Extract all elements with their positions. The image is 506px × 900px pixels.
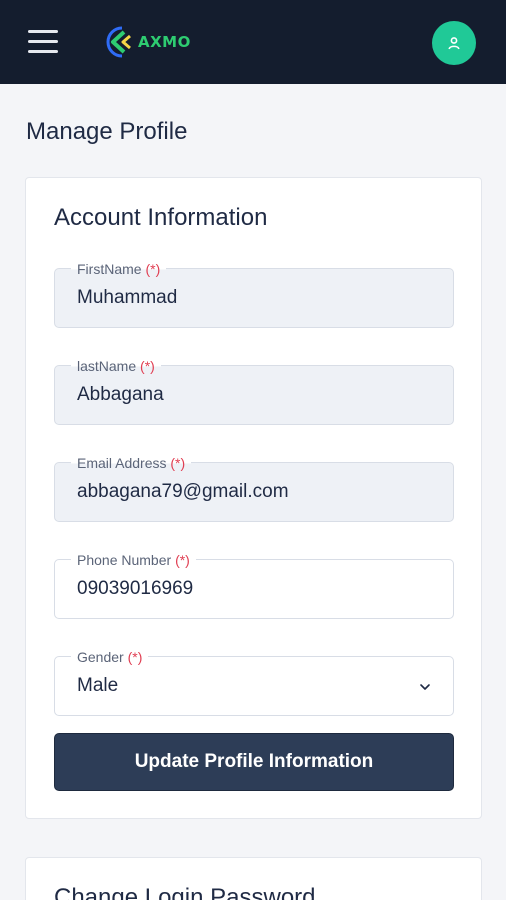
first-name-field[interactable]: FirstName (*) Muhammad — [54, 260, 454, 328]
last-name-value: Abbagana — [77, 384, 164, 405]
top-app-bar: AXMO — [0, 0, 506, 84]
gender-label: Gender (*) — [71, 648, 149, 666]
phone-number-value: 09039016969 — [77, 578, 194, 599]
email-label: Email Address (*) — [71, 454, 192, 472]
gender-value: Male — [77, 675, 119, 696]
first-name-label: FirstName (*) — [71, 260, 167, 278]
email-value: abbagana79@gmail.com — [77, 481, 289, 502]
change-password-card: Change Login Password — [25, 857, 482, 900]
chevron-down-icon — [420, 684, 430, 690]
user-avatar-button[interactable] — [432, 21, 476, 65]
gender-select[interactable]: Gender (*) Male — [54, 648, 454, 716]
account-information-card: Account Information FirstName (*) Muhamm… — [25, 177, 482, 819]
phone-number-label: Phone Number (*) — [71, 551, 196, 569]
user-icon — [448, 37, 460, 50]
last-name-label: lastName (*) — [71, 357, 161, 375]
update-profile-button[interactable]: Update Profile Information — [54, 733, 454, 791]
last-name-field[interactable]: lastName (*) Abbagana — [54, 357, 454, 425]
account-information-title: Account Information — [54, 204, 268, 231]
email-field[interactable]: Email Address (*) abbagana79@gmail.com — [54, 454, 454, 522]
first-name-value: Muhammad — [77, 287, 178, 308]
phone-number-field[interactable]: Phone Number (*) 09039016969 — [54, 551, 454, 619]
change-password-title: Change Login Password — [54, 884, 316, 900]
brand-logo[interactable]: AXMO — [100, 22, 191, 62]
logo-icon — [106, 26, 131, 58]
logo-text: AXMO — [138, 33, 191, 51]
page-title: Manage Profile — [26, 118, 188, 145]
menu-icon[interactable] — [28, 30, 60, 56]
